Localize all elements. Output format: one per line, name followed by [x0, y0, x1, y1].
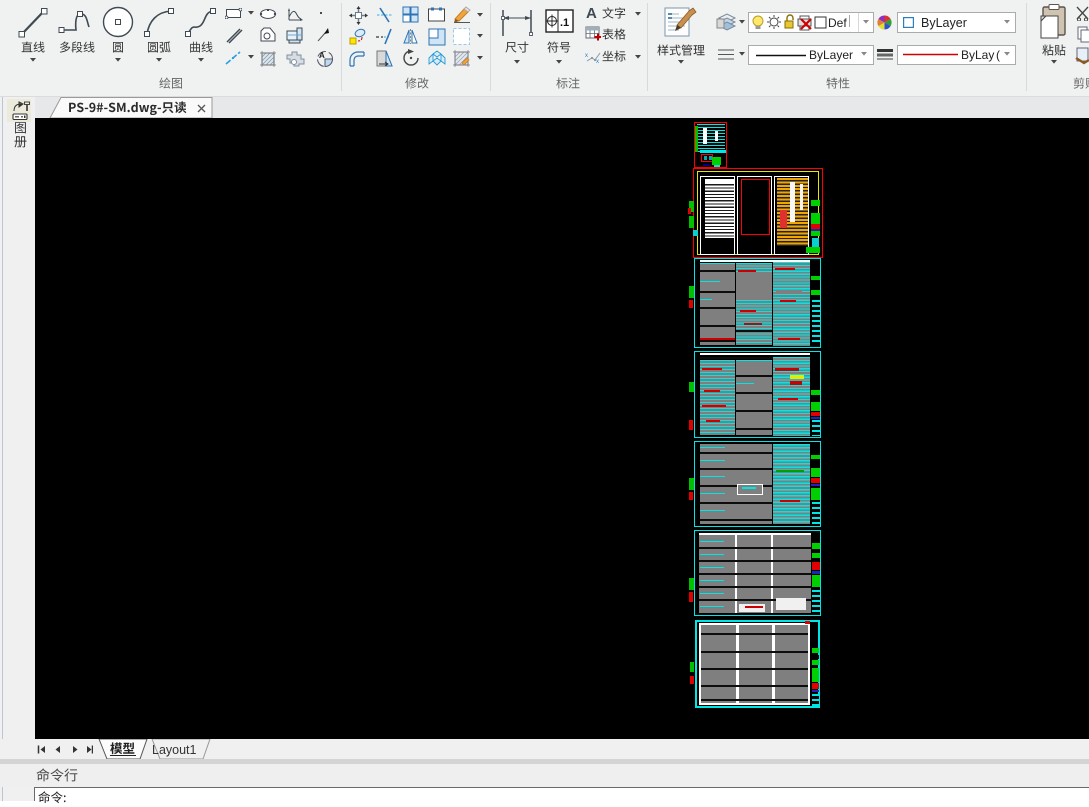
svg-text:x: x [596, 59, 599, 64]
svg-text:A: A [319, 51, 325, 60]
svg-text:x: x [585, 53, 588, 59]
svg-text:.1: .1 [560, 17, 569, 29]
